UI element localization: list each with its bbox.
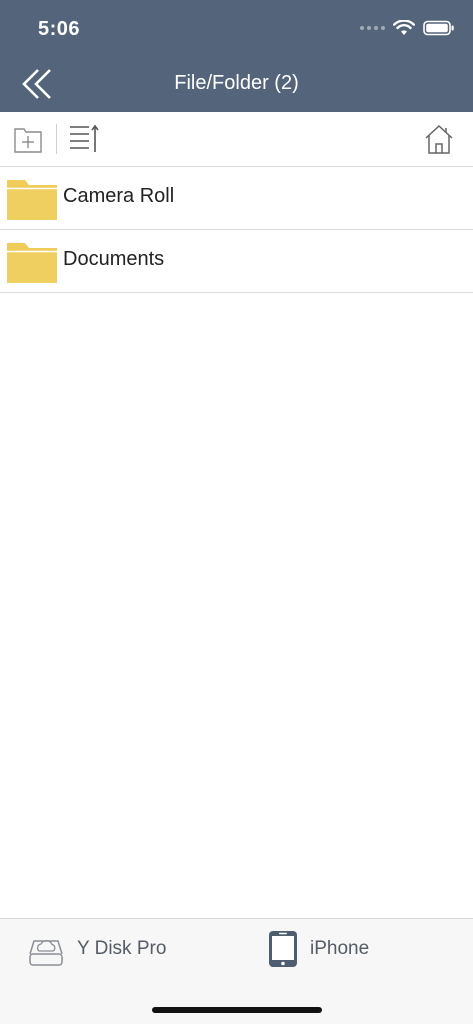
nav-header: 5:06 File/Folder (2) (0, 0, 473, 112)
battery-icon (423, 20, 454, 36)
add-folder-icon (14, 128, 42, 153)
signal-icon (360, 26, 385, 30)
tab-y-disk-pro[interactable]: Y Disk Pro (27, 929, 166, 969)
tab-iphone[interactable]: iPhone (268, 929, 369, 969)
list-item[interactable]: Documents (0, 230, 473, 293)
cloud-disk-icon (29, 940, 63, 966)
wifi-icon (393, 20, 415, 35)
home-icon (425, 124, 453, 154)
new-folder-button[interactable] (11, 122, 45, 156)
file-list: Camera Roll Documents (0, 167, 473, 293)
screen: 5:06 File/Folder (2) Camera Roll Documen… (0, 0, 473, 1024)
home-indicator (152, 1007, 322, 1013)
list-item[interactable]: Camera Roll (0, 167, 473, 230)
tab-label: Y Disk Pro (77, 938, 167, 959)
folder-icon (7, 243, 57, 283)
sort-list-icon (70, 124, 99, 152)
toolbar-divider (56, 124, 57, 154)
file-name: Documents (63, 248, 165, 270)
sort-button[interactable] (67, 122, 101, 156)
tab-label: iPhone (310, 938, 370, 959)
page-title: File/Folder (2) (174, 72, 299, 94)
iphone-icon (269, 931, 297, 967)
file-name: Camera Roll (63, 185, 175, 207)
home-button[interactable] (422, 122, 456, 156)
toolbar (0, 112, 473, 167)
status-indicators (360, 20, 455, 36)
folder-icon (7, 180, 57, 220)
status-time: 5:06 (38, 18, 81, 40)
